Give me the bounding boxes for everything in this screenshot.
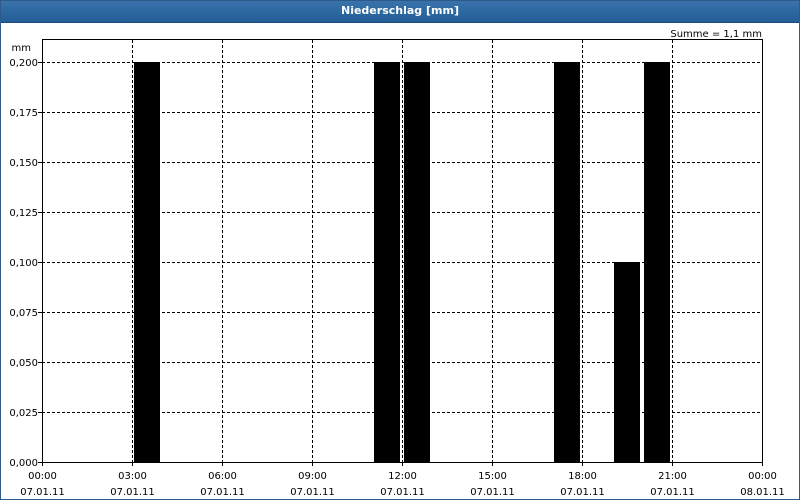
x-tick-date-label: 07.01.11	[380, 487, 425, 498]
y-tick-label: 0,175	[9, 108, 38, 119]
y-axis: 0,000 0,025 0,050 0,075 0,100 0,125 0,150 0,175…	[9, 58, 42, 469]
y-tick-label: 0,000	[9, 458, 38, 469]
chart-window: Niederschlag [mm] mm Summe = 1,1 mm 0,00…	[0, 0, 800, 500]
y-tick-label: 0,100	[9, 258, 38, 269]
x-tick-time-label: 12:00	[388, 471, 417, 482]
x-tick-date-label: 07.01.11	[650, 487, 695, 498]
x-tick-date-label: 07.01.11	[560, 487, 605, 498]
x-tick-date-label: 07.01.11	[290, 487, 335, 498]
x-tick-time-label: 09:00	[298, 471, 327, 482]
x-tick-date-label: 07.01.11	[470, 487, 515, 498]
y-axis-unit-label: mm	[12, 43, 31, 54]
x-tick-time-label: 21:00	[658, 471, 687, 482]
precipitation-bar	[134, 62, 160, 462]
x-tick-time-label: 15:00	[478, 471, 507, 482]
x-tick-date-label: 07.01.11	[20, 487, 65, 498]
precipitation-bar	[554, 62, 580, 462]
sum-label: Summe = 1,1 mm	[670, 29, 762, 40]
x-tick-date-label: 07.01.11	[110, 487, 155, 498]
x-tick-date-label: 08.01.11	[740, 487, 785, 498]
x-axis: 00:00 07.01.11 03:00 07.01.11 06:00 07.01.11 0…	[20, 462, 785, 498]
precipitation-bar	[404, 62, 430, 462]
precipitation-bar	[644, 62, 670, 462]
y-tick-label: 0,200	[9, 58, 38, 69]
precipitation-bar	[614, 262, 640, 462]
x-tick-time-label: 18:00	[568, 471, 597, 482]
y-tick-label: 0,025	[9, 408, 38, 419]
title-bar: Niederschlag [mm]	[1, 1, 799, 23]
precipitation-bar	[374, 62, 400, 462]
y-tick-label: 0,125	[9, 208, 38, 219]
y-tick-label: 0,075	[9, 308, 38, 319]
x-tick-date-label: 07.01.11	[200, 487, 245, 498]
x-tick-time-label: 00:00	[28, 471, 57, 482]
chart-title: Niederschlag [mm]	[341, 4, 459, 17]
y-tick-label: 0,050	[9, 358, 38, 369]
x-tick-time-label: 06:00	[208, 471, 237, 482]
y-tick-label: 0,150	[9, 158, 38, 169]
precipitation-chart: mm Summe = 1,1 mm 0,0000,0250,0500,0750,…	[9, 29, 785, 498]
x-tick-time-label: 03:00	[118, 471, 147, 482]
x-tick-time-label: 00:00	[748, 471, 777, 482]
